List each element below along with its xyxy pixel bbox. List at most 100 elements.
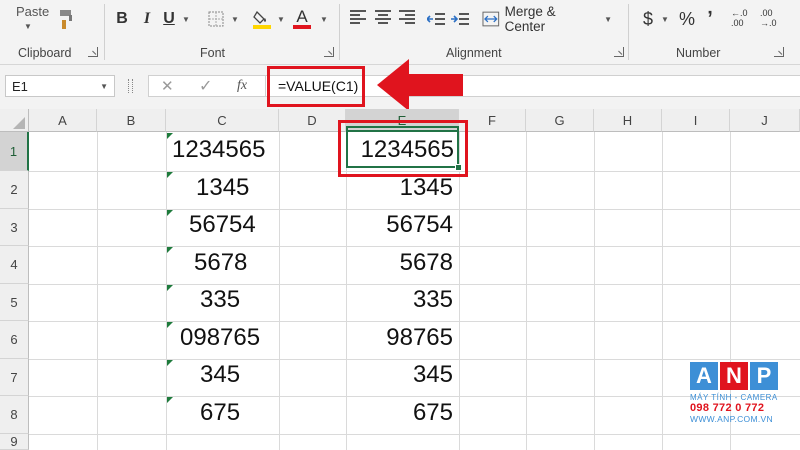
error-indicator-icon[interactable] (167, 285, 173, 291)
row-header-3[interactable]: 3 (0, 209, 29, 246)
font-color-label: A (296, 7, 308, 26)
gridline (29, 321, 800, 322)
currency-button[interactable]: $ (640, 8, 656, 30)
clipboard-launcher-icon[interactable] (88, 47, 98, 57)
cell-c7[interactable]: 345 (200, 361, 240, 389)
logo-letter-a: A (690, 362, 718, 390)
error-indicator-icon[interactable] (167, 322, 173, 328)
paste-button[interactable]: Paste (16, 4, 49, 19)
logo-letters: ANP (690, 362, 786, 390)
decrease-decimal-button[interactable]: .00 →.0 (760, 8, 782, 28)
row-header-4[interactable]: 4 (0, 246, 29, 284)
format-painter-icon[interactable] (58, 8, 76, 30)
error-indicator-icon[interactable] (167, 210, 173, 216)
gridline (526, 132, 527, 450)
anp-watermark-logo: ANP MÁY TÍNH - CAMERA 098 772 0 772 WWW.… (690, 362, 786, 424)
cell-e5[interactable]: 335 (413, 286, 453, 314)
font-color-button[interactable]: A (292, 8, 312, 30)
name-box-value: E1 (12, 79, 28, 94)
column-header-f[interactable]: F (459, 109, 526, 132)
row-header-6[interactable]: 6 (0, 321, 29, 359)
decrease-indent-icon[interactable] (427, 8, 445, 30)
currency-dropdown-icon[interactable]: ▼ (661, 8, 669, 30)
fill-color-button[interactable] (252, 8, 272, 30)
insert-function-icon[interactable]: fx (237, 78, 247, 94)
paste-dropdown-icon[interactable]: ▼ (24, 22, 32, 31)
borders-button[interactable] (206, 8, 226, 30)
cell-c8[interactable]: 675 (200, 399, 240, 427)
cell-e6[interactable]: 98765 (386, 324, 453, 352)
comma-style-button[interactable]: ʼ (704, 8, 716, 30)
error-indicator-icon[interactable] (167, 397, 173, 403)
gridline (29, 284, 800, 285)
column-header-h[interactable]: H (594, 109, 662, 132)
merge-center-button[interactable]: Merge & Center ▼ (482, 4, 612, 34)
column-header-j[interactable]: J (730, 109, 800, 132)
cell-e4[interactable]: 5678 (400, 249, 453, 277)
gridline (594, 132, 595, 450)
align-left-icon[interactable] (350, 10, 366, 24)
cell-c6[interactable]: 098765 (180, 324, 260, 352)
column-header-b[interactable]: B (97, 109, 166, 132)
column-header-a[interactable]: A (29, 109, 97, 132)
group-separator (339, 4, 340, 60)
merge-cells-icon (482, 11, 500, 27)
row-header-1[interactable]: 1 (0, 132, 29, 171)
align-center-icon[interactable] (375, 10, 391, 24)
increase-indent-icon[interactable] (451, 8, 469, 30)
cell-e3[interactable]: 56754 (386, 211, 453, 239)
logo-letter-n: N (720, 362, 748, 390)
name-box[interactable]: E1 ▼ (5, 75, 115, 97)
bold-button[interactable]: B (112, 8, 132, 30)
cell-c3[interactable]: 56754 (189, 211, 256, 239)
row-header-9[interactable]: 9 (0, 434, 29, 450)
italic-button[interactable]: I (137, 8, 157, 30)
column-header-d[interactable]: D (279, 109, 346, 132)
cancel-icon[interactable]: ✕ (161, 77, 174, 95)
fill-color-dropdown-icon[interactable]: ▼ (277, 8, 285, 30)
cell-c1[interactable]: 1234565 (172, 136, 265, 164)
font-group-label: Font (200, 46, 226, 60)
annotation-arrow-icon (377, 59, 463, 111)
select-all-corner[interactable] (0, 109, 29, 132)
row-header-8[interactable]: 8 (0, 396, 29, 434)
percent-button[interactable]: % (678, 8, 696, 30)
font-color-dropdown-icon[interactable]: ▼ (320, 8, 328, 30)
alignment-launcher-icon[interactable] (614, 47, 624, 57)
align-right-icon[interactable] (399, 10, 415, 24)
row-header-5[interactable]: 5 (0, 284, 29, 321)
gridline (29, 246, 800, 247)
column-header-g[interactable]: G (526, 109, 594, 132)
name-box-dropdown-icon[interactable]: ▼ (100, 76, 108, 98)
cell-c4[interactable]: 5678 (194, 249, 247, 277)
increase-decimal-button[interactable]: ←.0 .00 (731, 8, 753, 28)
column-header-c[interactable]: C (166, 109, 279, 132)
ribbon: Paste ▼ Clipboard B I U ▼ ▼ ▼ A ▼ Font M… (0, 0, 800, 65)
number-launcher-icon[interactable] (774, 47, 784, 57)
error-indicator-icon[interactable] (167, 360, 173, 366)
clipboard-group-label: Clipboard (18, 46, 72, 60)
error-indicator-icon[interactable] (167, 172, 173, 178)
enter-icon[interactable]: ✓ (199, 76, 212, 96)
cell-e8[interactable]: 675 (413, 399, 453, 427)
gridline (346, 132, 347, 450)
logo-website: WWW.ANP.COM.VN (690, 414, 773, 424)
error-indicator-icon[interactable] (167, 247, 173, 253)
underline-button[interactable]: U (160, 8, 178, 30)
column-header-i[interactable]: I (662, 109, 730, 132)
gridline (29, 359, 800, 360)
merge-dropdown-icon[interactable]: ▼ (604, 15, 612, 24)
row-header-7[interactable]: 7 (0, 359, 29, 396)
underline-dropdown-icon[interactable]: ▼ (182, 8, 190, 30)
cell-e2[interactable]: 1345 (400, 174, 453, 202)
gridline (29, 396, 800, 397)
borders-dropdown-icon[interactable]: ▼ (231, 8, 239, 30)
row-header-2[interactable]: 2 (0, 171, 29, 209)
cell-c5[interactable]: 335 (200, 286, 240, 314)
font-launcher-icon[interactable] (324, 47, 334, 57)
gridline (29, 434, 800, 435)
font-color-swatch (293, 25, 311, 29)
formula-bar-splitter[interactable] (128, 79, 133, 93)
cell-c2[interactable]: 1345 (196, 174, 249, 202)
cell-e7[interactable]: 345 (413, 361, 453, 389)
